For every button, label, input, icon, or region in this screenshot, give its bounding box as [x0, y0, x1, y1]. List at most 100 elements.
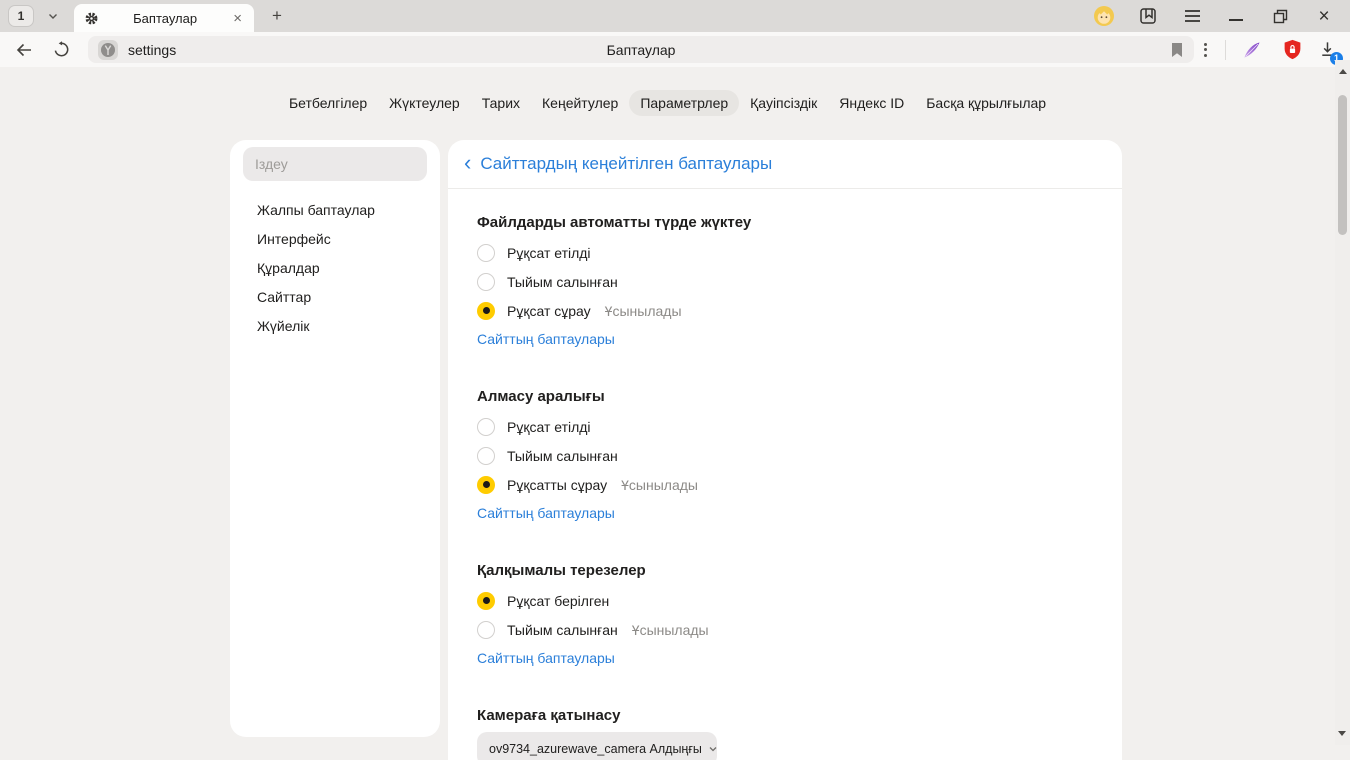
- back-chevron-icon[interactable]: ‹: [464, 152, 471, 174]
- back-button[interactable]: [10, 36, 38, 64]
- minimize-icon: [1229, 19, 1243, 21]
- radio-option[interactable]: Тыйым салынған: [477, 441, 1122, 470]
- address-page-title: Баптаулар: [88, 42, 1194, 58]
- bookmark-button[interactable]: [1170, 42, 1184, 58]
- section-title: Камераға қатынасу: [477, 706, 1122, 726]
- radio-selected-icon[interactable]: [477, 302, 495, 320]
- adblock-extension-button[interactable]: [1277, 36, 1307, 64]
- nav-tab-active[interactable]: Параметрлер: [629, 90, 739, 116]
- reload-button[interactable]: [48, 36, 76, 64]
- radio-label: Рұқсат етілді: [507, 419, 591, 435]
- reload-icon: [53, 41, 70, 58]
- search-input[interactable]: [243, 147, 427, 181]
- recommended-note: Ұсынылады: [632, 622, 709, 638]
- radio-label: Тыйым салынған: [507, 622, 618, 638]
- radio-option[interactable]: Рұқсат берілген: [477, 586, 1122, 615]
- radio-icon[interactable]: [477, 447, 495, 465]
- profile-avatar[interactable]: [1094, 6, 1114, 26]
- feather-extension-button[interactable]: [1237, 36, 1267, 64]
- advanced-site-settings-header[interactable]: ‹ Сайттардың кеңейтілген баптаулары: [448, 140, 1122, 189]
- browser-toolbar: settings Баптаулар: [0, 32, 1350, 67]
- radio-icon[interactable]: [477, 273, 495, 291]
- tab-list-chevron-button[interactable]: [42, 5, 64, 27]
- settings-section: Камераға қатынасу ov9734_azurewave_camera…: [477, 706, 1122, 760]
- sidebar-item[interactable]: Сайттар: [243, 283, 427, 312]
- nav-tab-item[interactable]: Тарих: [471, 90, 531, 116]
- settings-section: Қалқымалы терезелер Рұқсат берілген Тыйым …: [477, 561, 1122, 668]
- page-title: Сайттардың кеңейтілген баптаулары: [480, 154, 772, 174]
- site-settings-link[interactable]: Сайттың баптаулары: [477, 330, 615, 349]
- settings-sidebar: Жалпы баптауларИнтерфейсҚұралдарСайттарЖ…: [230, 140, 440, 737]
- new-tab-button[interactable]: +: [266, 5, 288, 27]
- side-panel-button[interactable]: [1138, 6, 1158, 26]
- sidebar-item[interactable]: Құралдар: [243, 254, 427, 283]
- radio-dot: [483, 307, 490, 314]
- address-bar[interactable]: settings Баптаулар: [88, 36, 1194, 63]
- settings-main-panel: ‹ Сайттардың кеңейтілген баптаулары Файл…: [448, 140, 1122, 760]
- dropdown-value: ov9734_azurewave_camera Алдыңғы: [489, 742, 702, 756]
- sidebar-items: Жалпы баптауларИнтерфейсҚұралдарСайттарЖ…: [243, 196, 427, 341]
- recommended-note: Ұсынылады: [621, 477, 698, 493]
- section-title: Алмасу аралығы: [477, 387, 1122, 407]
- shield-lock-icon: [1282, 39, 1303, 60]
- radio-icon[interactable]: [477, 418, 495, 436]
- scrollbar-up-arrow[interactable]: [1339, 69, 1347, 74]
- radio-option[interactable]: Рұқсат етілді: [477, 238, 1122, 267]
- section-title: Файлдарды автоматты түрде жүктеу: [477, 213, 1122, 233]
- window-close-button[interactable]: ×: [1314, 6, 1334, 26]
- active-tab[interactable]: Баптаулар ×: [74, 4, 254, 32]
- radio-selected-icon[interactable]: [477, 592, 495, 610]
- restore-icon: [1273, 9, 1288, 24]
- sidebar-item[interactable]: Интерфейс: [243, 225, 427, 254]
- radio-option[interactable]: Тыйым салынған Ұсынылады: [477, 615, 1122, 644]
- radio-option[interactable]: Рұқсатты сұрауҰсынылады: [477, 470, 1122, 499]
- chevron-down-icon: [708, 744, 718, 754]
- nav-tab-item[interactable]: Яндекс ID: [828, 90, 915, 116]
- site-protect-icon[interactable]: [98, 40, 118, 60]
- radio-label: Тыйым салынған: [507, 274, 618, 290]
- bookmark-panel-icon: [1138, 6, 1158, 26]
- recommended-note: Ұсынылады: [605, 303, 682, 319]
- section-title: Қалқымалы терезелер: [477, 561, 1122, 581]
- radio-icon[interactable]: [477, 621, 495, 639]
- scrollbar-thumb[interactable]: [1338, 95, 1347, 235]
- radio-label: Рұқсат етілді: [507, 245, 591, 261]
- radio-selected-icon[interactable]: [477, 476, 495, 494]
- radio-label: Рұқсат берілген: [507, 593, 609, 609]
- chevron-down-icon: [47, 10, 59, 22]
- nav-tab-item[interactable]: Жүктеулер: [378, 90, 471, 116]
- settings-section: Алмасу аралығы Рұқсат етілді Тыйым салынға…: [477, 387, 1122, 523]
- radio-option[interactable]: Тыйым салынған: [477, 267, 1122, 296]
- radio-icon[interactable]: [477, 244, 495, 262]
- address-more-button[interactable]: [1204, 43, 1207, 57]
- radio-label: Тыйым салынған: [507, 448, 618, 464]
- radio-option[interactable]: Рұқсат сұрау Ұсынылады: [477, 296, 1122, 325]
- sidebar-item[interactable]: Жалпы баптаулар: [243, 196, 427, 225]
- tab-title: Баптаулар: [99, 11, 231, 26]
- sidebar-item[interactable]: Жүйелік: [243, 312, 427, 341]
- site-settings-link[interactable]: Сайттың баптаулары: [477, 504, 615, 523]
- scrollbar-down-arrow[interactable]: [1338, 731, 1346, 736]
- toolbar-separator: [1225, 40, 1226, 60]
- window-minimize-button[interactable]: [1226, 6, 1246, 26]
- back-arrow-icon: [15, 41, 33, 59]
- radio-dot: [483, 481, 490, 488]
- nav-tab-item[interactable]: Басқа құрылғылар: [915, 90, 1057, 116]
- nav-tab-item[interactable]: Кеңейтулер: [531, 90, 629, 116]
- radio-option[interactable]: Рұқсат етілді: [477, 412, 1122, 441]
- window-restore-button[interactable]: [1270, 6, 1290, 26]
- page-scrollbar[interactable]: [1335, 60, 1350, 745]
- tab-close-icon[interactable]: ×: [231, 11, 244, 26]
- radio-dot: [483, 597, 490, 604]
- settings-sections: Файлдарды автоматты түрде жүктеу Рұқсат е…: [448, 213, 1122, 760]
- nav-tab-item[interactable]: Қауіпсіздік: [739, 90, 828, 116]
- browser-menu-button[interactable]: [1182, 6, 1202, 26]
- address-url-text: settings: [128, 42, 176, 58]
- tab-counter-button[interactable]: 1: [8, 5, 34, 27]
- camera-device-select[interactable]: ov9734_azurewave_camera Алдыңғы: [477, 732, 717, 760]
- window-controls: ×: [1094, 6, 1350, 26]
- nav-tab-item[interactable]: Бетбелгілер: [278, 90, 378, 116]
- site-settings-link[interactable]: Сайттың баптаулары: [477, 649, 615, 668]
- radio-label: Рұқсат сұрау: [507, 303, 591, 319]
- feather-icon: [1242, 40, 1262, 60]
